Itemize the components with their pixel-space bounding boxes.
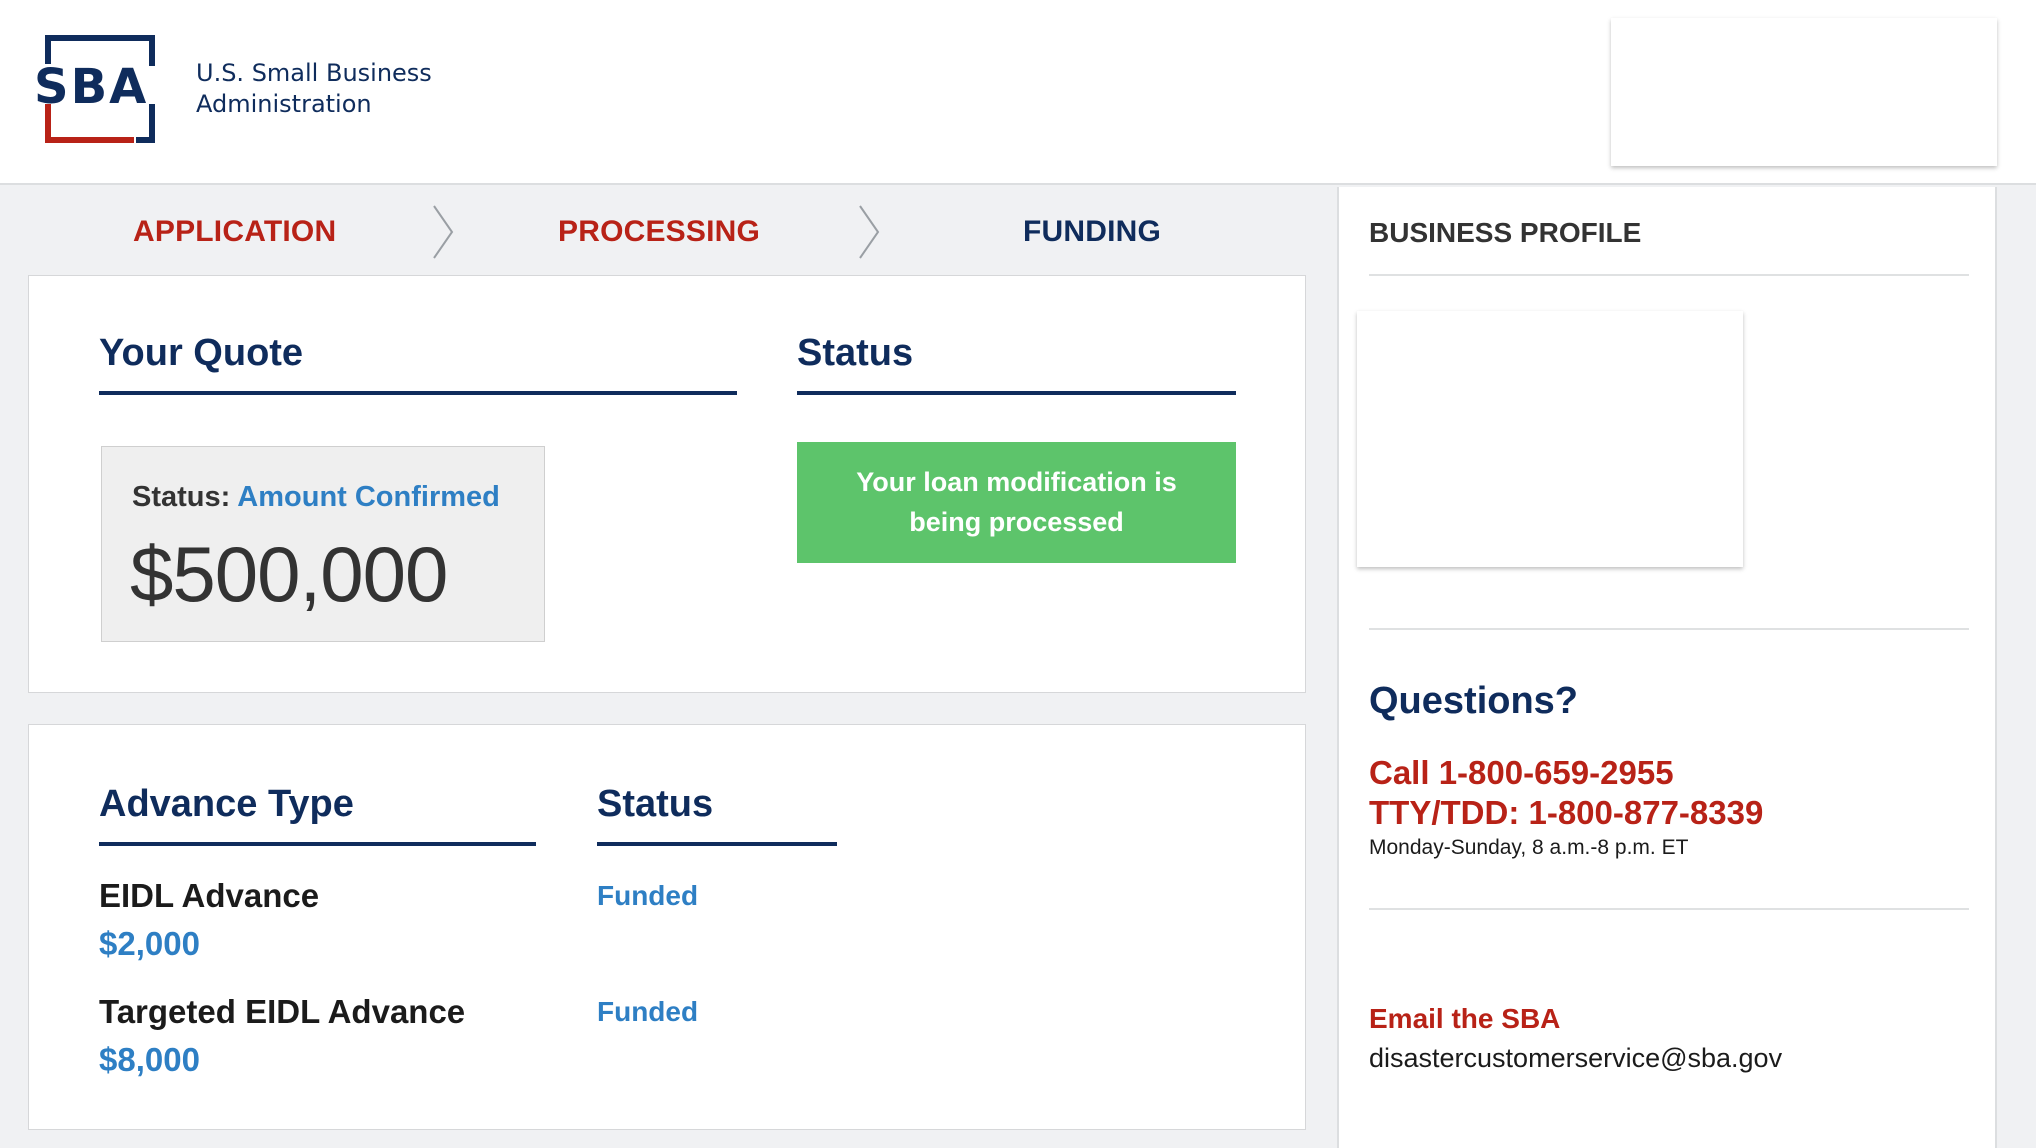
- sidebar-divider: [1369, 628, 1969, 630]
- status-heading: Status: [797, 332, 914, 374]
- org-name: U.S. Small Business Administration: [196, 58, 432, 120]
- quote-status-value: Amount Confirmed: [237, 481, 500, 513]
- quote-amount: $500,000: [130, 530, 448, 618]
- business-profile-heading: BUSINESS PROFILE: [1369, 217, 1642, 248]
- status-banner: Your loan modification is being processe…: [797, 442, 1236, 563]
- chevron-right-icon: [859, 205, 880, 259]
- advance-status-underline: [597, 842, 837, 846]
- sidebar-divider: [1369, 908, 1969, 910]
- your-quote-heading: Your Quote: [99, 332, 304, 374]
- quote-card: Your Quote Status Status: Amount Confirm…: [28, 275, 1306, 693]
- org-name-line1: U.S. Small Business: [196, 59, 432, 87]
- advance-status-eidl: Funded: [597, 880, 699, 911]
- step-application: APPLICATION: [133, 215, 337, 248]
- step-processing: PROCESSING: [558, 215, 761, 248]
- org-name-line2: Administration: [196, 90, 372, 118]
- support-email-link[interactable]: disastercustomerservice@sba.gov: [1369, 1043, 1782, 1074]
- sba-logo-mark: SBA: [32, 35, 162, 143]
- advance-type-underline: [99, 842, 536, 846]
- advance-amount-targeted-eidl: $8,000: [99, 1041, 200, 1078]
- questions-heading: Questions?: [1369, 680, 1579, 722]
- status-underline: [797, 391, 1236, 395]
- your-quote-underline: [99, 391, 737, 395]
- email-sba-label: Email the SBA: [1369, 1003, 1561, 1034]
- quote-amount-box: Status: Amount Confirmed $500,000: [101, 446, 545, 642]
- advance-status-heading: Status: [597, 783, 714, 825]
- advance-name-eidl: EIDL Advance: [99, 877, 320, 914]
- advance-card: Advance Type Status EIDL Advance $2,000 …: [28, 724, 1306, 1130]
- advance-type-heading: Advance Type: [99, 783, 354, 825]
- site-header: SBA U.S. Small Business Administration: [0, 0, 2036, 185]
- quote-status-label: Status:: [132, 481, 231, 513]
- header-user-card: [1611, 18, 1997, 166]
- status-banner-line1: Your loan modification is: [856, 467, 1177, 497]
- advance-name-targeted-eidl: Targeted EIDL Advance: [99, 993, 466, 1030]
- chevron-right-icon: [433, 205, 454, 259]
- call-phone-link[interactable]: Call 1-800-659-2955: [1369, 754, 1674, 792]
- right-sidebar: BUSINESS PROFILE Questions? Call 1-800-6…: [1337, 187, 1997, 1148]
- progress-steps: APPLICATION PROCESSING FUNDING: [0, 187, 1337, 275]
- sba-logo[interactable]: SBA: [30, 34, 170, 144]
- advance-status-targeted-eidl: Funded: [597, 996, 699, 1027]
- tty-phone-link[interactable]: TTY/TDD: 1-800-877-8339: [1369, 794, 1763, 832]
- support-hours: Monday-Sunday, 8 a.m.-8 p.m. ET: [1369, 836, 1689, 859]
- step-funding: FUNDING: [1023, 215, 1162, 248]
- status-banner-line2: being processed: [909, 507, 1124, 537]
- advance-amount-eidl: $2,000: [99, 925, 200, 962]
- quote-status-line: Status: Amount Confirmed: [132, 481, 500, 514]
- logo-letters: SBA: [34, 59, 148, 115]
- sidebar-divider: [1369, 274, 1969, 276]
- business-profile-card: [1357, 311, 1743, 567]
